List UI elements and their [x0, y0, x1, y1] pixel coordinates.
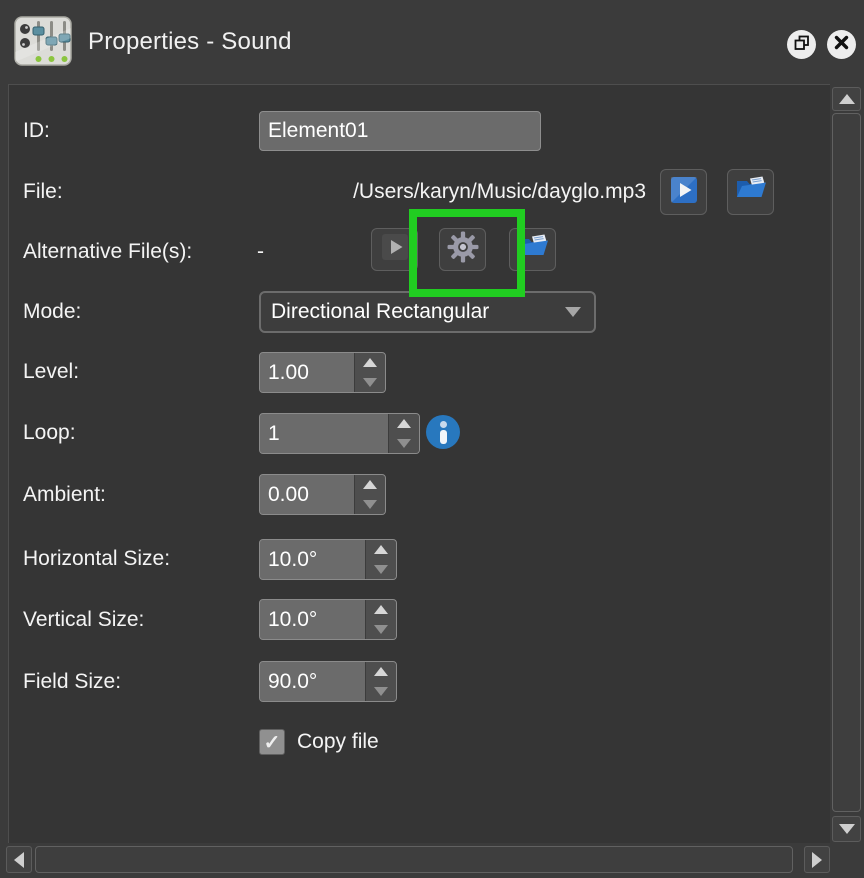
loop-spin-buttons [388, 414, 419, 453]
horizontal-size-input[interactable] [260, 540, 365, 579]
ambient-increment-button[interactable] [355, 475, 385, 495]
browse-file-button[interactable] [727, 169, 774, 215]
vertical-size-spin-buttons [365, 600, 396, 639]
spin-down-icon [397, 439, 411, 448]
spin-down-icon [374, 625, 388, 634]
play-icon [669, 175, 699, 210]
vertical-size-increment-button[interactable] [366, 600, 396, 620]
ambient-label: Ambient: [23, 481, 106, 509]
vertical-size-decrement-button[interactable] [366, 620, 396, 640]
file-label: File: [23, 178, 63, 206]
level-label: Level: [23, 358, 79, 386]
window-title: Properties - Sound [88, 0, 292, 84]
gear-icon [447, 231, 479, 268]
loop-input[interactable] [260, 414, 388, 453]
field-size-decrement-button[interactable] [366, 682, 396, 702]
level-input[interactable] [260, 353, 354, 392]
arrow-right-icon [812, 852, 822, 868]
vertical-size-input[interactable] [260, 600, 365, 639]
level-increment-button[interactable] [355, 353, 385, 373]
spin-up-icon [374, 545, 388, 554]
play-disabled-icon [380, 232, 410, 267]
loop-info-icon[interactable] [426, 415, 460, 449]
arrow-left-icon [14, 852, 24, 868]
alternative-files-label: Alternative File(s): [23, 238, 192, 266]
horizontal-scrollbar-thumb[interactable] [35, 846, 793, 873]
open-folder-icon [735, 176, 767, 208]
close-button[interactable] [827, 30, 856, 59]
vertical-size-label: Vertical Size: [23, 606, 144, 634]
arrow-down-icon [839, 824, 855, 834]
spin-up-icon [397, 419, 411, 428]
field-size-spin-buttons [365, 662, 396, 701]
ambient-spin-buttons [354, 475, 385, 514]
copy-file-label: Copy file [297, 728, 379, 756]
arrow-up-icon [839, 94, 855, 104]
field-size-label: Field Size: [23, 668, 121, 696]
open-folder-icon [517, 234, 549, 266]
spin-up-icon [363, 480, 377, 489]
id-input[interactable] [259, 111, 541, 151]
browse-alternative-button[interactable] [509, 228, 556, 271]
close-icon [834, 35, 849, 55]
chevron-down-icon [565, 307, 581, 317]
loop-spinner [259, 413, 420, 454]
scroll-left-button[interactable] [6, 846, 32, 873]
horizontal-size-spin-buttons [365, 540, 396, 579]
titlebar: Properties - Sound [0, 0, 864, 84]
scroll-up-button[interactable] [832, 87, 861, 111]
horizontal-size-spinner [259, 539, 397, 580]
horizontal-scrollbar[interactable] [4, 845, 830, 874]
ambient-input[interactable] [260, 475, 354, 514]
play-alternative-button[interactable] [371, 228, 418, 271]
horizontal-size-increment-button[interactable] [366, 540, 396, 560]
horizontal-size-label: Horizontal Size: [23, 545, 170, 573]
loop-increment-button[interactable] [389, 414, 419, 434]
properties-panel: ID: File: /Users/karyn/Music/dayglo.mp3 … [8, 84, 830, 843]
level-decrement-button[interactable] [355, 373, 385, 393]
vertical-scrollbar[interactable] [832, 85, 861, 843]
float-window-button[interactable] [787, 30, 816, 59]
mode-label: Mode: [23, 298, 81, 326]
field-size-spinner [259, 661, 397, 702]
level-spin-buttons [354, 353, 385, 392]
field-size-increment-button[interactable] [366, 662, 396, 682]
loop-label: Loop: [23, 419, 76, 447]
file-path: /Users/karyn/Music/dayglo.mp3 [109, 178, 646, 206]
mode-selected-value: Directional Rectangular [271, 300, 489, 324]
horizontal-size-decrement-button[interactable] [366, 560, 396, 580]
spin-down-icon [374, 565, 388, 574]
checkmark-icon: ✓ [264, 730, 281, 755]
mixer-icon [14, 16, 72, 66]
id-label: ID: [23, 117, 50, 145]
mode-dropdown[interactable]: Directional Rectangular [259, 291, 596, 333]
float-window-icon [793, 34, 810, 56]
scroll-right-button[interactable] [804, 846, 830, 873]
play-file-button[interactable] [660, 169, 707, 215]
spin-up-icon [363, 358, 377, 367]
level-spinner [259, 352, 386, 393]
field-size-input[interactable] [260, 662, 365, 701]
alternative-files-value: - [257, 238, 264, 266]
alternative-settings-button[interactable] [439, 228, 486, 271]
copy-file-checkbox[interactable]: ✓ [259, 729, 285, 755]
ambient-spinner [259, 474, 386, 515]
vertical-size-spinner [259, 599, 397, 640]
scroll-down-button[interactable] [832, 816, 861, 842]
ambient-decrement-button[interactable] [355, 495, 385, 515]
spin-up-icon [374, 605, 388, 614]
spin-down-icon [363, 500, 377, 509]
spin-up-icon [374, 667, 388, 676]
spin-down-icon [374, 687, 388, 696]
vertical-scrollbar-thumb[interactable] [832, 113, 861, 812]
loop-decrement-button[interactable] [389, 434, 419, 454]
spin-down-icon [363, 378, 377, 387]
